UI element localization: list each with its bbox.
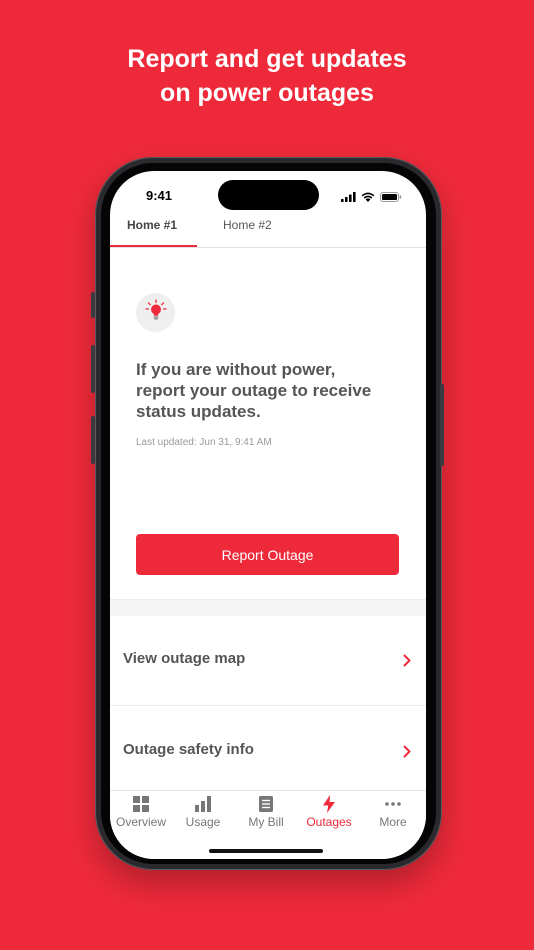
document-icon — [235, 795, 297, 813]
nav-outages[interactable]: Outages — [298, 795, 360, 829]
nav-my-bill[interactable]: My Bill — [235, 795, 297, 829]
chevron-right-icon — [403, 654, 411, 672]
tab-home-1[interactable]: Home #1 — [127, 218, 177, 232]
list-item-label: Outage safety info — [123, 741, 254, 758]
home-tabs: Home #1 Home #2 — [110, 209, 426, 248]
home-indicator — [209, 849, 323, 853]
lightbulb-icon — [144, 299, 167, 326]
phone-action-button — [91, 292, 95, 318]
nav-label: Usage — [185, 815, 221, 829]
wifi-icon — [361, 189, 375, 207]
lightning-icon — [298, 795, 360, 813]
active-tab-indicator — [110, 245, 197, 247]
nav-usage[interactable]: Usage — [172, 795, 234, 829]
nav-label: Overview — [115, 815, 166, 829]
nav-label: My Bill — [248, 815, 284, 829]
nav-label: Outages — [306, 815, 352, 829]
status-time: 9:41 — [146, 188, 173, 203]
nav-more[interactable]: More — [362, 795, 424, 829]
list-item-outage-safety-info[interactable]: Outage safety info — [110, 707, 426, 797]
list-item-view-outage-map[interactable]: View outage map — [110, 616, 426, 706]
list-item-label: View outage map — [123, 650, 246, 667]
outage-message: If you are without power, report your ou… — [136, 360, 372, 421]
phone-volume-down-button — [91, 416, 95, 464]
status-icons — [341, 189, 402, 207]
lightbulb-badge — [136, 293, 175, 332]
last-updated-text: Last updated: Jun 31, 9:41 AM — [136, 437, 272, 448]
nav-overview[interactable]: Overview — [110, 795, 172, 829]
grid-icon — [110, 795, 172, 813]
phone-power-button — [440, 384, 444, 466]
report-outage-button[interactable]: Report Outage — [136, 534, 399, 575]
phone-volume-up-button — [91, 345, 95, 393]
more-dots-icon — [362, 795, 424, 813]
headline: Report and get updates on power outages — [0, 42, 534, 110]
cellular-signal-icon — [341, 189, 356, 207]
nav-label: More — [379, 815, 407, 829]
headline-line-2: on power outages — [160, 79, 374, 107]
bar-chart-icon — [172, 795, 234, 813]
battery-icon — [380, 189, 402, 207]
chevron-right-icon — [403, 745, 411, 763]
tab-home-2[interactable]: Home #2 — [223, 218, 272, 232]
phone-screen: 9:41 Home #1 Home #2 If you are without … — [110, 171, 426, 859]
dynamic-island — [218, 180, 319, 210]
headline-line-1: Report and get updates — [127, 45, 407, 73]
section-divider — [110, 599, 426, 616]
